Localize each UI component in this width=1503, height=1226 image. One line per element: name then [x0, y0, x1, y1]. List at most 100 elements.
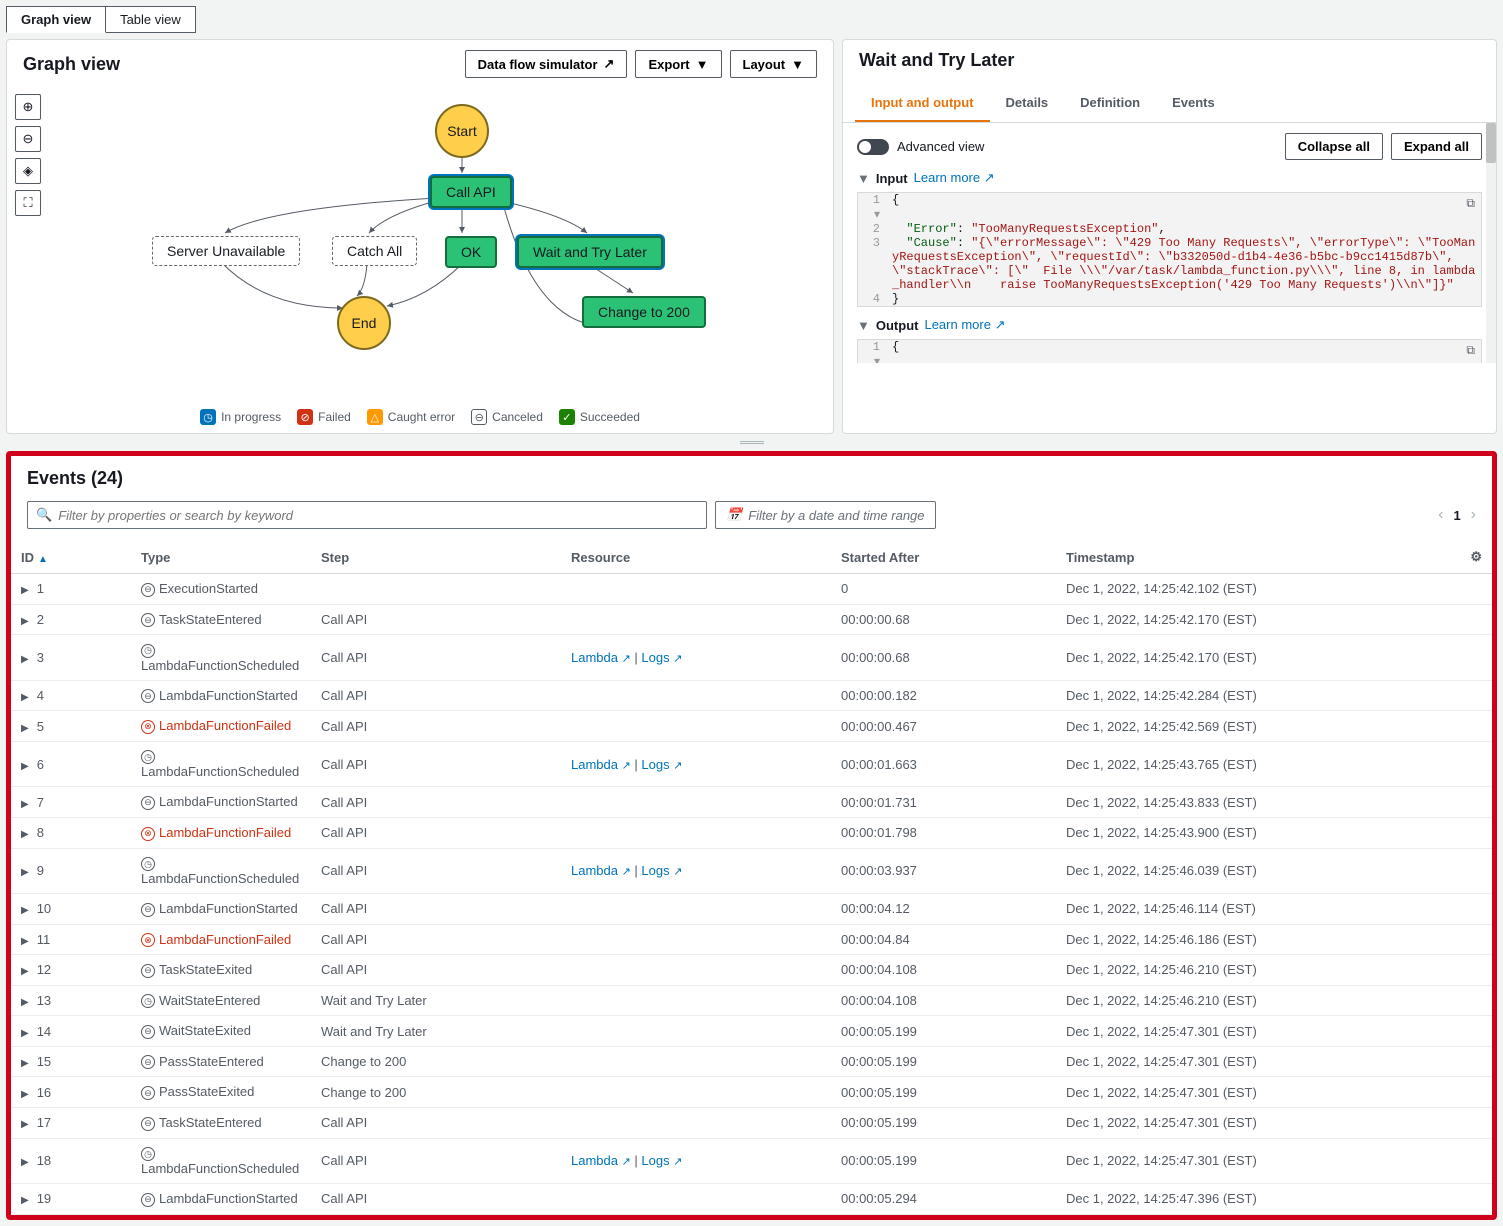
expand-row-button[interactable]: ▶: [21, 616, 29, 627]
node-call-api[interactable]: Call API: [430, 176, 512, 208]
tab-details[interactable]: Details: [990, 85, 1065, 122]
expand-row-button[interactable]: ▶: [21, 936, 29, 947]
expand-row-button[interactable]: ▶: [21, 997, 29, 1008]
node-change-to-200[interactable]: Change to 200: [582, 296, 706, 328]
event-timestamp: Dec 1, 2022, 14:25:46.039 (EST): [1056, 848, 1452, 894]
col-type[interactable]: Type: [131, 541, 311, 574]
input-code-block: ⧉ 1 ▾{ 2 "Error": "TooManyRequestsExcept…: [857, 192, 1482, 307]
node-ok[interactable]: OK: [445, 236, 497, 268]
tab-input-output[interactable]: Input and output: [855, 85, 990, 122]
expand-row-button[interactable]: ▶: [21, 799, 29, 810]
event-timestamp: Dec 1, 2022, 14:25:47.301 (EST): [1056, 1016, 1452, 1047]
expand-row-button[interactable]: ▶: [21, 692, 29, 703]
expand-all-button[interactable]: Expand all: [1391, 133, 1482, 160]
col-started-after[interactable]: Started After: [831, 541, 1056, 574]
lambda-link[interactable]: Lambda ↗: [571, 863, 631, 878]
event-type-label: LambdaFunctionFailed: [159, 932, 291, 947]
event-resource: [561, 574, 831, 605]
event-resource: [561, 1046, 831, 1077]
lambda-link[interactable]: Lambda ↗: [571, 1153, 631, 1168]
node-wait-try-later[interactable]: Wait and Try Later: [517, 236, 663, 268]
expand-row-button[interactable]: ▶: [21, 966, 29, 977]
copy-input-button[interactable]: ⧉: [1466, 197, 1475, 211]
expand-row-button[interactable]: ▶: [21, 1089, 29, 1100]
expand-row-button[interactable]: ▶: [21, 585, 29, 596]
event-started-after: 00:00:04.84: [831, 924, 1056, 955]
event-started-after: 00:00:05.199: [831, 1138, 1056, 1184]
collapse-all-button[interactable]: Collapse all: [1285, 133, 1383, 160]
logs-link[interactable]: Logs ↗: [641, 863, 682, 878]
expand-row-button[interactable]: ▶: [21, 1157, 29, 1168]
expand-row-button[interactable]: ▶: [21, 905, 29, 916]
tab-table-view[interactable]: Table view: [106, 6, 196, 33]
event-step: Call API: [311, 955, 561, 986]
node-end[interactable]: End: [337, 296, 391, 350]
lambda-link[interactable]: Lambda ↗: [571, 757, 631, 772]
expand-row-button[interactable]: ▶: [21, 867, 29, 878]
data-flow-simulator-button[interactable]: Data flow simulator ↗: [465, 50, 628, 78]
expand-row-button[interactable]: ▶: [21, 1058, 29, 1069]
logs-link[interactable]: Logs ↗: [641, 650, 682, 665]
col-id[interactable]: ID▲: [11, 541, 131, 574]
node-catch-all[interactable]: Catch All: [332, 236, 417, 266]
output-learn-more-link[interactable]: Learn more ↗: [924, 317, 1005, 333]
expand-row-button[interactable]: ▶: [21, 1028, 29, 1039]
expand-row-button[interactable]: ▶: [21, 761, 29, 772]
expand-row-button[interactable]: ▶: [21, 1119, 29, 1130]
col-timestamp[interactable]: Timestamp: [1056, 541, 1452, 574]
page-next-button[interactable]: ›: [1471, 506, 1476, 524]
node-server-unavailable[interactable]: Server Unavailable: [152, 236, 300, 266]
col-step[interactable]: Step: [311, 541, 561, 574]
external-link-icon: ↗: [673, 1156, 682, 1168]
copy-output-button[interactable]: ⧉: [1466, 344, 1475, 358]
expand-row-button[interactable]: ▶: [21, 829, 29, 840]
events-search[interactable]: 🔍: [27, 501, 707, 529]
event-resource: [561, 985, 831, 1016]
tab-definition[interactable]: Definition: [1064, 85, 1156, 122]
calendar-icon: 📅: [726, 507, 742, 523]
input-label: Input: [876, 171, 908, 186]
collapse-caret-icon[interactable]: ▼: [857, 318, 870, 333]
logs-link[interactable]: Logs ↗: [641, 757, 682, 772]
table-row: ▶3◷LambdaFunctionScheduledCall APILambda…: [11, 635, 1492, 681]
logs-link[interactable]: Logs ↗: [641, 1153, 682, 1168]
view-tabs: Graph view Table view: [0, 0, 1503, 33]
col-resource[interactable]: Resource: [561, 541, 831, 574]
event-timestamp: Dec 1, 2022, 14:25:46.114 (EST): [1056, 894, 1452, 925]
collapse-caret-icon[interactable]: ▼: [857, 171, 870, 186]
external-link-icon: ↗: [622, 653, 631, 665]
expand-row-button[interactable]: ▶: [21, 654, 29, 665]
event-resource: [561, 1016, 831, 1047]
page-prev-button[interactable]: ‹: [1438, 506, 1443, 524]
graph-panel-title: Graph view: [23, 54, 120, 75]
failed-icon: ⊘: [297, 409, 313, 425]
lambda-link[interactable]: Lambda ↗: [571, 650, 631, 665]
expand-row-button[interactable]: ▶: [21, 1195, 29, 1206]
layout-button[interactable]: Layout ▼: [730, 50, 818, 78]
event-timestamp: Dec 1, 2022, 14:25:47.301 (EST): [1056, 1138, 1452, 1184]
tab-events[interactable]: Events: [1156, 85, 1231, 122]
detail-scrollbar[interactable]: [1486, 123, 1496, 363]
table-row: ▶7⊖LambdaFunctionStartedCall API00:00:01…: [11, 787, 1492, 818]
expand-row-button[interactable]: ▶: [21, 723, 29, 734]
events-search-input[interactable]: [58, 508, 698, 523]
succeeded-icon: ✓: [559, 409, 575, 425]
tab-graph-view[interactable]: Graph view: [6, 6, 106, 33]
sort-asc-icon: ▲: [38, 554, 48, 565]
settings-icon[interactable]: ⚙: [1470, 549, 1482, 564]
events-date-filter[interactable]: 📅 Filter by a date and time range: [715, 501, 936, 529]
event-resource: [561, 1077, 831, 1108]
event-type-label: LambdaFunctionScheduled: [141, 871, 299, 886]
panel-resize-handle[interactable]: [0, 440, 1503, 445]
event-started-after: 00:00:00.467: [831, 711, 1056, 742]
export-button[interactable]: Export ▼: [635, 50, 721, 78]
input-learn-more-link[interactable]: Learn more ↗: [914, 170, 995, 186]
event-step: Change to 200: [311, 1046, 561, 1077]
advanced-view-toggle[interactable]: [857, 139, 889, 155]
table-row: ▶4⊖LambdaFunctionStartedCall API00:00:00…: [11, 680, 1492, 711]
event-type-label: LambdaFunctionStarted: [159, 688, 298, 703]
node-start[interactable]: Start: [435, 104, 489, 158]
table-row: ▶5⊗LambdaFunctionFailedCall API00:00:00.…: [11, 711, 1492, 742]
event-timestamp: Dec 1, 2022, 14:25:47.301 (EST): [1056, 1077, 1452, 1108]
graph-canvas[interactable]: Start Call API Server Unavailable Catch …: [7, 88, 833, 368]
